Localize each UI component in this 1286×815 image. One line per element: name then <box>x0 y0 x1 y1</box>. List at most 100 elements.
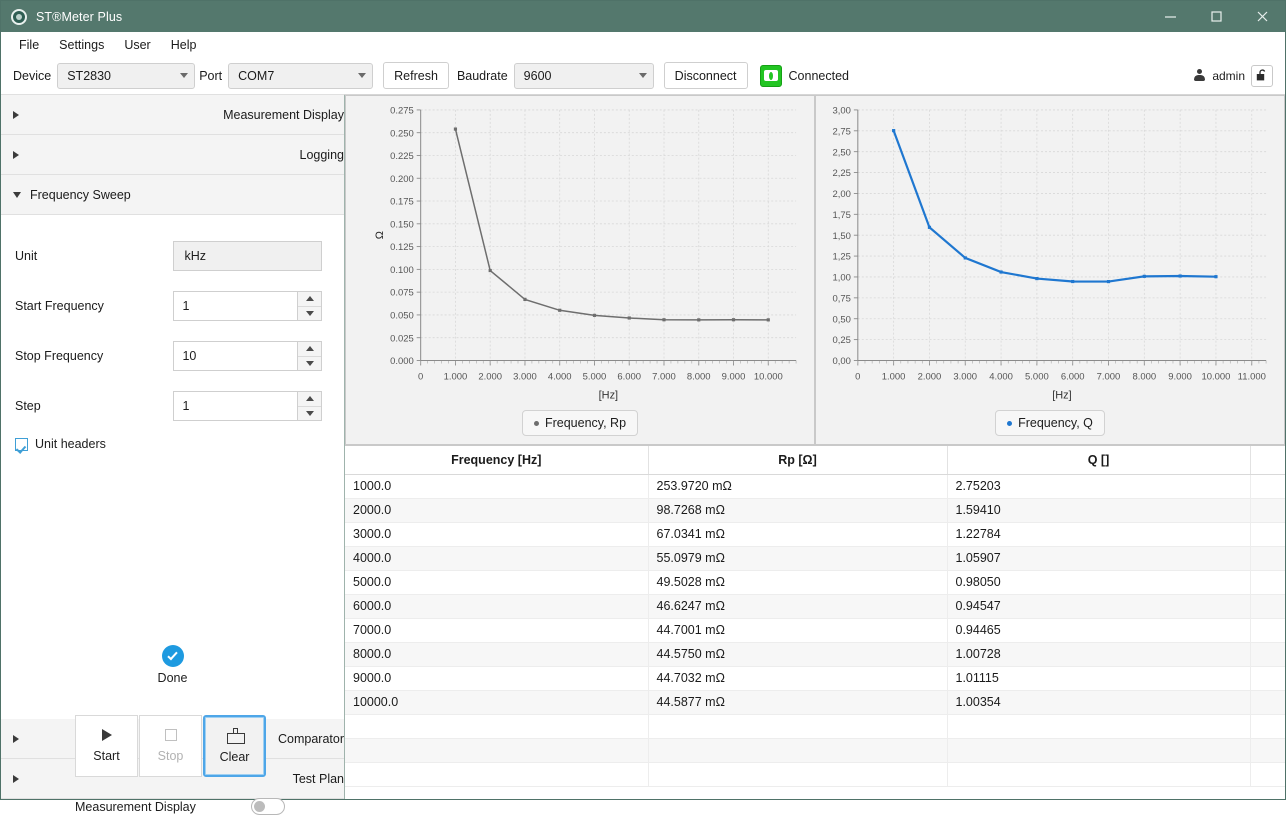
close-button[interactable] <box>1239 1 1285 32</box>
port-select[interactable]: COM7 <box>228 63 373 89</box>
table-row[interactable]: 3000.067.0341 mΩ1.22784 <box>345 522 1285 546</box>
start-frequency-input[interactable]: 1 <box>173 291 297 321</box>
device-value: ST2830 <box>67 69 172 83</box>
arrow-up-icon <box>306 346 314 351</box>
chart-rp-canvas: 0.0000.0250.0500.0750.1000.1250.1500.175… <box>346 96 814 444</box>
menu-bar: File Settings User Help <box>1 32 1285 57</box>
step-stepper[interactable]: 1 <box>173 391 322 421</box>
table-row[interactable] <box>345 714 1285 738</box>
chart-frequency-rp: 0.0000.0250.0500.0750.1000.1250.1500.175… <box>345 95 815 445</box>
menu-item-user[interactable]: User <box>114 35 160 55</box>
table-cell-4 <box>1250 618 1285 642</box>
svg-text:3.000: 3.000 <box>513 371 537 382</box>
table-cell-4 <box>1250 762 1285 786</box>
table-row[interactable]: 1000.0253.9720 mΩ2.75203 <box>345 474 1285 498</box>
table-row[interactable]: 8000.044.5750 mΩ1.00728 <box>345 642 1285 666</box>
stop-button[interactable]: Stop <box>139 715 202 777</box>
table-row[interactable] <box>345 762 1285 786</box>
unit-headers-checkbox[interactable]: Unit headers <box>15 437 322 451</box>
table-cell-3: 2.75203 <box>947 474 1250 498</box>
device-select[interactable]: ST2830 <box>57 63 195 89</box>
application-window: ST®Meter Plus File Settings User Help De… <box>0 0 1286 800</box>
arrow-down-icon <box>306 311 314 316</box>
svg-text:0.075: 0.075 <box>390 288 414 299</box>
table-header-2[interactable]: Rp [Ω] <box>648 446 947 474</box>
table-row[interactable]: 4000.055.0979 mΩ1.05907 <box>345 546 1285 570</box>
step-increment[interactable] <box>298 392 321 407</box>
legend-item[interactable]: Frequency, Rp <box>522 410 638 436</box>
table-row[interactable]: 6000.046.6247 mΩ0.94547 <box>345 594 1285 618</box>
table-cell-2: 67.0341 mΩ <box>648 522 947 546</box>
table-cell-2: 49.5028 mΩ <box>648 570 947 594</box>
stop-frequency-decrement[interactable] <box>298 357 321 371</box>
svg-text:8.000: 8.000 <box>1132 371 1156 382</box>
table-row[interactable]: 9000.044.7032 mΩ1.01115 <box>345 666 1285 690</box>
menu-item-settings[interactable]: Settings <box>49 35 114 55</box>
chevron-right-icon <box>13 151 291 159</box>
play-icon <box>102 729 112 741</box>
sidebar-item-frequency-sweep[interactable]: Frequency Sweep <box>1 174 344 215</box>
start-frequency-increment[interactable] <box>298 292 321 307</box>
svg-text:6.000: 6.000 <box>617 371 641 382</box>
start-frequency-stepper[interactable]: 1 <box>173 291 322 321</box>
svg-text:0.050: 0.050 <box>390 311 414 322</box>
start-button-label: Start <box>93 749 119 763</box>
svg-text:0.200: 0.200 <box>390 174 414 185</box>
sidebar-item-logging[interactable]: Logging <box>1 134 344 175</box>
status-label: Done <box>158 671 188 685</box>
svg-text:0.150: 0.150 <box>390 219 414 230</box>
refresh-button[interactable]: Refresh <box>383 62 449 89</box>
maximize-button[interactable] <box>1193 1 1239 32</box>
table-cell-3: 1.05907 <box>947 546 1250 570</box>
svg-text:4.000: 4.000 <box>548 371 572 382</box>
measurement-display-toggle[interactable] <box>251 798 285 815</box>
svg-text:7.000: 7.000 <box>652 371 676 382</box>
table-row[interactable]: 10000.044.5877 mΩ1.00354 <box>345 690 1285 714</box>
table-row[interactable]: 7000.044.7001 mΩ0.94465 <box>345 618 1285 642</box>
svg-text:1,50: 1,50 <box>832 231 850 242</box>
svg-text:2,75: 2,75 <box>832 126 850 137</box>
chevron-down-icon <box>358 73 366 78</box>
table-header-4[interactable] <box>1250 446 1285 474</box>
step-input[interactable]: 1 <box>173 391 297 421</box>
unit-select[interactable]: kHz <box>173 241 322 271</box>
table-cell-1: 3000.0 <box>345 522 648 546</box>
clear-button[interactable]: Clear <box>203 715 266 777</box>
disconnect-button[interactable]: Disconnect <box>664 62 748 89</box>
user-area: admin <box>1193 65 1277 87</box>
menu-item-help[interactable]: Help <box>161 35 207 55</box>
stop-frequency-increment[interactable] <box>298 342 321 357</box>
stop-frequency-stepper[interactable]: 10 <box>173 341 322 371</box>
start-frequency-decrement[interactable] <box>298 307 321 321</box>
stop-frequency-input[interactable]: 10 <box>173 341 297 371</box>
unlocked-padlock-icon[interactable] <box>1251 65 1273 87</box>
minimize-button[interactable] <box>1147 1 1193 32</box>
sidebar-item-measurement-display[interactable]: Measurement Display <box>1 94 344 135</box>
frequency-sweep-panel: Unit kHz Start Frequency 1 <box>1 215 344 719</box>
app-logo-icon <box>11 9 27 25</box>
svg-text:9.000: 9.000 <box>1168 371 1192 382</box>
svg-text:1.000: 1.000 <box>882 371 906 382</box>
svg-text:3.000: 3.000 <box>953 371 977 382</box>
table-row[interactable] <box>345 738 1285 762</box>
svg-text:[Hz]: [Hz] <box>1052 389 1071 401</box>
unit-row: Unit kHz <box>15 241 322 271</box>
chart-q-legend: Frequency, Q <box>816 410 1284 436</box>
table-cell-3: 1.59410 <box>947 498 1250 522</box>
table-cell-4 <box>1250 738 1285 762</box>
table-row[interactable]: 2000.098.7268 mΩ1.59410 <box>345 498 1285 522</box>
svg-text:5.000: 5.000 <box>583 371 607 382</box>
baudrate-select[interactable]: 9600 <box>514 63 654 89</box>
table-header-3[interactable]: Q [] <box>947 446 1250 474</box>
legend-item[interactable]: Frequency, Q <box>995 410 1105 436</box>
table-row[interactable]: 5000.049.5028 mΩ0.98050 <box>345 570 1285 594</box>
svg-text:5.000: 5.000 <box>1025 371 1049 382</box>
menu-item-file[interactable]: File <box>9 35 49 55</box>
table-cell-4 <box>1250 546 1285 570</box>
results-table-wrapper[interactable]: Frequency [Hz]Rp [Ω]Q [] 1000.0253.9720 … <box>345 445 1285 799</box>
start-button[interactable]: Start <box>75 715 138 777</box>
step-decrement[interactable] <box>298 407 321 421</box>
chart-frequency-q: 0,000,250,500,751,001,251,501,752,002,25… <box>815 95 1285 445</box>
table-header-1[interactable]: Frequency [Hz] <box>345 446 648 474</box>
status-check-icon <box>162 645 184 667</box>
